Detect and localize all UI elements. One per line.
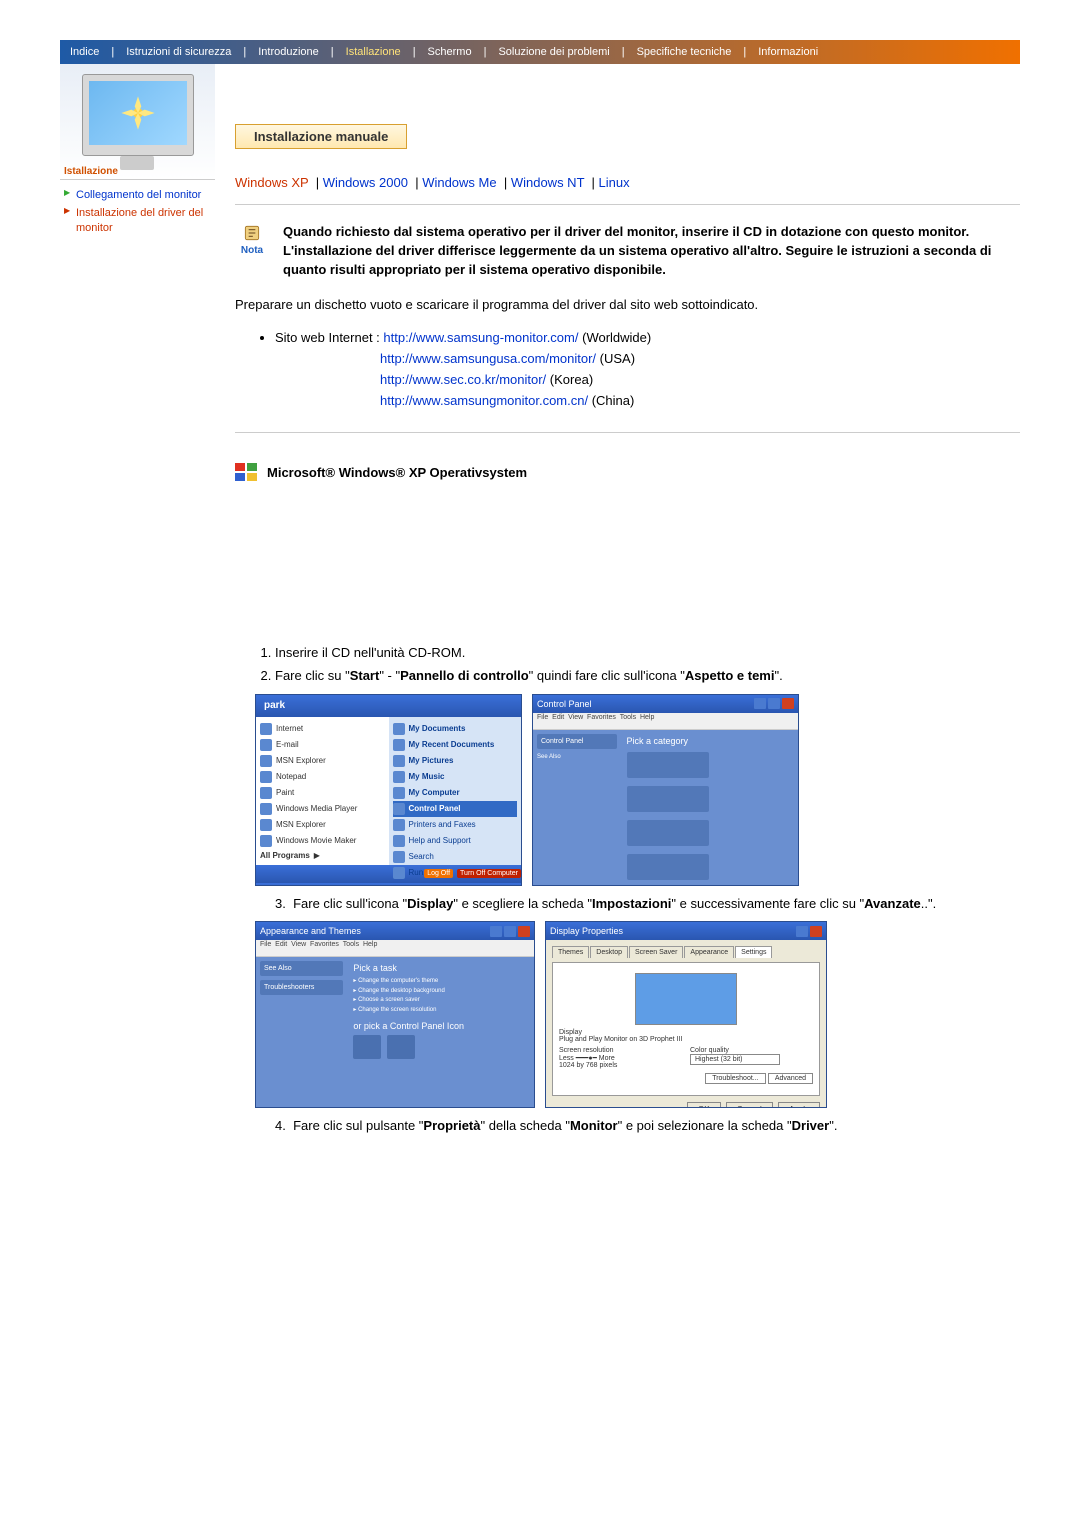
divider bbox=[235, 204, 1020, 205]
note-label: Nota bbox=[235, 245, 269, 256]
sidebar: Istallazione Collegamento del monitor In… bbox=[60, 64, 215, 1144]
os-link-linux[interactable]: Linux bbox=[599, 175, 630, 190]
step-3: 3. Fare clic sull'icona "Display" e sceg… bbox=[275, 894, 1020, 914]
os-link-2000[interactable]: Windows 2000 bbox=[323, 175, 408, 190]
flower-icon bbox=[118, 93, 158, 133]
appearance-screenshot: Appearance and Themes File Edit View Fav… bbox=[255, 921, 535, 1108]
sidebar-link-installazione[interactable]: Installazione del driver del monitor bbox=[64, 204, 211, 237]
site-link-korea[interactable]: http://www.sec.co.kr/monitor/ bbox=[380, 372, 546, 387]
os-heading: Microsoft® Windows® XP Operativsystem bbox=[235, 463, 1020, 483]
step-2: Fare clic su "Start" - "Pannello di cont… bbox=[275, 666, 1020, 686]
thumb-caption: Istallazione bbox=[64, 166, 118, 177]
nav-soluzione[interactable]: Soluzione dei problemi bbox=[492, 46, 615, 58]
site-label: Sito web Internet : bbox=[275, 330, 380, 345]
site-link-worldwide[interactable]: http://www.samsung-monitor.com/ bbox=[383, 330, 578, 345]
top-navigation: Indice| Istruzioni di sicurezza| Introdu… bbox=[60, 40, 1020, 64]
site-region: (USA) bbox=[600, 351, 635, 366]
nav-istallazione[interactable]: Istallazione bbox=[340, 46, 407, 58]
nav-istruzioni[interactable]: Istruzioni di sicurezza bbox=[120, 46, 237, 58]
os-link-row: Windows XP | Windows 2000 | Windows Me |… bbox=[235, 175, 1020, 190]
display-properties-screenshot: Display Properties Themes Desktop Screen… bbox=[545, 921, 827, 1108]
nav-indice[interactable]: Indice bbox=[64, 46, 105, 58]
note-text: Quando richiesto dal sistema operativo p… bbox=[283, 223, 1020, 280]
nav-introduzione[interactable]: Introduzione bbox=[252, 46, 325, 58]
site-region: (China) bbox=[592, 393, 635, 408]
screenshot-row-1: park Internet E-mail MSN Explorer Notepa… bbox=[255, 694, 1020, 886]
os-link-current: Windows XP bbox=[235, 175, 308, 190]
site-link-usa[interactable]: http://www.samsungusa.com/monitor/ bbox=[380, 351, 596, 366]
nav-specifiche[interactable]: Specifiche tecniche bbox=[631, 46, 738, 58]
sidebar-link-collegamento[interactable]: Collegamento del monitor bbox=[64, 186, 211, 204]
site-region: (Korea) bbox=[550, 372, 593, 387]
section-banner: Installazione manuale bbox=[235, 124, 407, 149]
site-link-china[interactable]: http://www.samsungmonitor.com.cn/ bbox=[380, 393, 588, 408]
monitor-thumbnail: Istallazione bbox=[60, 64, 215, 180]
divider bbox=[235, 432, 1020, 433]
step-1: Inserire il CD nell'unità CD-ROM. bbox=[275, 643, 1020, 663]
steps-list: Inserire il CD nell'unità CD-ROM. Fare c… bbox=[235, 643, 1020, 686]
main-content: Installazione manuale Windows XP | Windo… bbox=[215, 64, 1020, 1144]
os-link-me[interactable]: Windows Me bbox=[422, 175, 496, 190]
screenshot-row-2: Appearance and Themes File Edit View Fav… bbox=[255, 921, 1020, 1108]
controlpanel-screenshot: Control Panel File Edit View Favorites T… bbox=[532, 694, 799, 886]
prepare-text: Preparare un dischetto vuoto e scaricare… bbox=[235, 296, 1020, 315]
nav-schermo[interactable]: Schermo bbox=[422, 46, 478, 58]
site-list-item: Sito web Internet : http://www.samsung-m… bbox=[275, 328, 1020, 411]
os-link-nt[interactable]: Windows NT bbox=[511, 175, 584, 190]
site-region: (Worldwide) bbox=[582, 330, 651, 345]
nav-informazioni[interactable]: Informazioni bbox=[752, 46, 824, 58]
windows-icon bbox=[235, 463, 259, 483]
os-heading-text: Microsoft® Windows® XP Operativsystem bbox=[267, 465, 527, 480]
step-4: 4. Fare clic sul pulsante "Proprietà" de… bbox=[275, 1116, 1020, 1136]
startmenu-screenshot: park Internet E-mail MSN Explorer Notepa… bbox=[255, 694, 522, 886]
note-icon bbox=[242, 223, 262, 243]
note-block: Nota Quando richiesto dal sistema operat… bbox=[235, 223, 1020, 280]
